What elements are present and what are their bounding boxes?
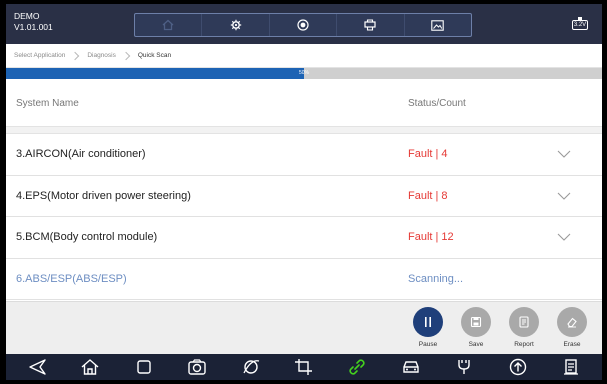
app-name: DEMO	[14, 11, 40, 21]
action-bar: Pause Save Report Erase	[6, 301, 602, 354]
chevron-down-icon[interactable]	[556, 229, 572, 245]
breadcrumb-item-quick-scan: Quick Scan	[137, 52, 172, 59]
app-frame: DEMO V1.01.001 3.2V Select Application D…	[6, 4, 602, 380]
system-name: 6.ABS/ESP(ABS/ESP)	[16, 272, 127, 285]
upload-icon	[509, 358, 526, 376]
nav-vci-button[interactable]	[449, 354, 479, 380]
system-row[interactable]: 5.BCM(Body control module) Fault | 12	[6, 217, 602, 259]
system-list: 3.AIRCON(Air conditioner) Fault | 4 4.EP…	[6, 134, 602, 300]
home-icon	[162, 19, 174, 31]
bottom-navigation-bar	[6, 354, 602, 380]
nav-back-button[interactable]	[22, 354, 52, 380]
header-divider	[6, 126, 602, 134]
nav-recent-apps-button[interactable]	[129, 354, 159, 380]
top-header: DEMO V1.01.001 3.2V	[6, 4, 602, 44]
pause-icon	[425, 317, 431, 327]
battery-voltage: 3.2V	[572, 20, 588, 30]
erase-button-label: Erase	[563, 341, 581, 348]
report-button-label: Report	[514, 341, 534, 348]
erase-button[interactable]: Erase	[552, 307, 592, 348]
home-icon	[81, 359, 99, 375]
save-icon	[470, 316, 482, 328]
system-name: 5.BCM(Body control module)	[16, 231, 158, 243]
chevron-down-icon[interactable]	[556, 146, 572, 162]
nav-crop-button[interactable]	[289, 354, 319, 380]
scan-progress-bar: 50%	[6, 68, 602, 79]
toolbar-home-button[interactable]	[135, 14, 203, 36]
nav-document-button[interactable]	[556, 354, 586, 380]
app-version: V1.01.001	[14, 22, 53, 32]
nav-vehicle-button[interactable]	[396, 354, 426, 380]
column-status-count: Status/Count	[408, 98, 466, 109]
screenshot-icon	[431, 19, 445, 31]
crop-icon	[294, 359, 312, 375]
system-status: Fault | 4	[408, 148, 448, 160]
printer-icon	[364, 19, 377, 31]
nav-home-button[interactable]	[75, 354, 105, 380]
toolbar-record-button[interactable]	[270, 14, 338, 36]
list-column-header: System Name Status/Count	[6, 79, 602, 126]
nav-link-button[interactable]	[342, 354, 372, 380]
toolbar-print-button[interactable]	[337, 14, 405, 36]
chevron-down-icon[interactable]	[556, 188, 572, 204]
system-row[interactable]: 4.EPS(Motor driven power steering) Fault…	[6, 175, 602, 217]
top-toolbar	[134, 13, 472, 37]
gear-icon	[230, 19, 241, 31]
nav-camera-button[interactable]	[182, 354, 212, 380]
breadcrumb-item-select-application[interactable]: Select Application	[14, 51, 87, 60]
progress-label: 50%	[298, 70, 309, 76]
nav-browser-button[interactable]	[236, 354, 266, 380]
document-icon	[564, 359, 579, 375]
pause-button[interactable]: Pause	[408, 307, 448, 348]
save-button[interactable]: Save	[456, 307, 496, 348]
column-system-name: System Name	[16, 98, 79, 109]
back-icon	[29, 359, 46, 375]
pause-button-label: Pause	[418, 341, 438, 348]
report-icon	[519, 316, 529, 328]
system-status: Scanning...	[408, 272, 464, 285]
system-row[interactable]: 3.AIRCON(Air conditioner) Fault | 4	[6, 134, 602, 176]
app-title-block: DEMO V1.01.001	[14, 11, 53, 33]
chevron-right-icon	[121, 51, 131, 60]
nav-upload-button[interactable]	[503, 354, 533, 380]
system-status: Fault | 8	[408, 189, 448, 202]
recent-apps-icon	[136, 360, 151, 374]
toolbar-screenshot-button[interactable]	[405, 14, 471, 36]
system-name: 4.EPS(Motor driven power steering)	[16, 189, 191, 202]
breadcrumb: Select Application Diagnosis Quick Scan	[6, 44, 602, 68]
record-icon	[297, 19, 309, 31]
system-status: Fault | 12	[408, 231, 454, 243]
battery-indicator: 3.2V	[569, 13, 591, 35]
vci-icon	[458, 360, 471, 374]
browser-icon	[242, 360, 259, 374]
erase-icon	[567, 317, 577, 328]
camera-icon	[188, 359, 206, 375]
system-name: 3.AIRCON(Air conditioner)	[16, 148, 146, 160]
chevron-right-icon	[71, 51, 80, 60]
link-icon	[349, 359, 366, 375]
system-row: 6.ABS/ESP(ABS/ESP) Scanning...	[6, 258, 602, 300]
report-button[interactable]: Report	[504, 307, 544, 348]
save-button-label: Save	[468, 341, 484, 348]
car-icon	[403, 361, 419, 373]
breadcrumb-item-diagnosis[interactable]: Diagnosis	[87, 51, 138, 60]
toolbar-settings-button[interactable]	[202, 14, 270, 36]
